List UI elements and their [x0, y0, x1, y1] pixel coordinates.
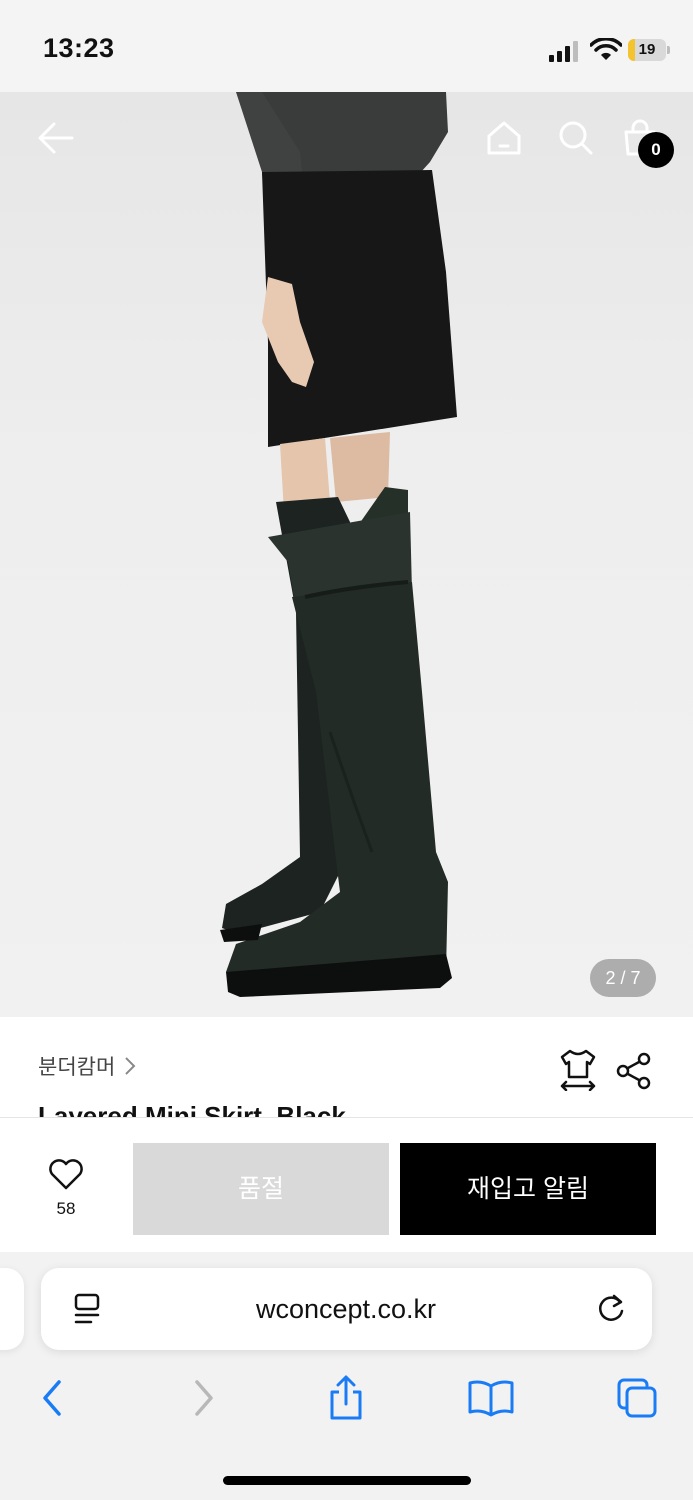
brand-link[interactable]: 분더캄머 [38, 1051, 137, 1081]
tabs-icon [617, 1378, 657, 1418]
battery-charging-icon: 19 [628, 39, 670, 61]
product-photo-model [220, 92, 457, 997]
chevron-left-icon [43, 1380, 61, 1416]
back-button[interactable] [32, 114, 80, 162]
arrow-left-icon [38, 122, 74, 154]
browser-tabs-button[interactable] [612, 1370, 662, 1426]
share-icon[interactable] [614, 1051, 654, 1091]
browser-back-button[interactable] [28, 1370, 78, 1426]
home-icon [487, 121, 521, 155]
status-bar: 13:23 19 [0, 0, 693, 92]
browser-share-button[interactable] [321, 1370, 371, 1426]
browser-forward-button[interactable] [178, 1370, 228, 1426]
soldout-button: 품절 [133, 1143, 389, 1235]
reload-icon[interactable] [594, 1292, 628, 1326]
product-info: 분더캄머 Layered Mini Skirt_Black [0, 1017, 693, 1117]
status-time: 13:23 [43, 33, 115, 63]
image-page-indicator: 2 / 7 [590, 959, 656, 997]
cart-count-badge: 0 [638, 132, 674, 168]
restock-alert-button[interactable]: 재입고 알림 [400, 1143, 656, 1235]
cellular-signal-icon [549, 41, 578, 62]
home-button[interactable] [480, 114, 528, 162]
chevron-right-icon [195, 1380, 213, 1416]
product-title: Layered Mini Skirt_Black [38, 1101, 346, 1117]
wifi-icon [590, 38, 622, 60]
previous-tab-peek[interactable] [0, 1268, 24, 1350]
browser-bookmarks-button[interactable] [466, 1370, 516, 1426]
address-bar[interactable]: wconcept.co.kr [41, 1268, 652, 1350]
chevron-right-icon [125, 1057, 136, 1075]
url-text: wconcept.co.kr [255, 1294, 437, 1324]
top-navigation [0, 92, 693, 188]
browser-bottom-bar: wconcept.co.kr [0, 1252, 693, 1500]
size-guide-icon[interactable] [558, 1047, 598, 1091]
search-button[interactable] [551, 114, 599, 162]
book-icon [468, 1380, 514, 1417]
battery-percent: 19 [638, 41, 656, 58]
search-icon [559, 121, 593, 155]
share-upload-icon [330, 1375, 362, 1420]
purchase-action-bar: 58 품절 재입고 알림 [0, 1117, 693, 1252]
page-menu-icon[interactable] [71, 1292, 103, 1326]
brand-name: 분더캄머 [38, 1056, 116, 1079]
product-image[interactable] [0, 92, 693, 1017]
home-indicator[interactable] [223, 1476, 471, 1485]
like-button[interactable]: 58 [36, 1158, 96, 1226]
heart-icon [49, 1159, 83, 1190]
browser-toolbar [0, 1370, 693, 1430]
like-count: 58 [56, 1199, 76, 1218]
